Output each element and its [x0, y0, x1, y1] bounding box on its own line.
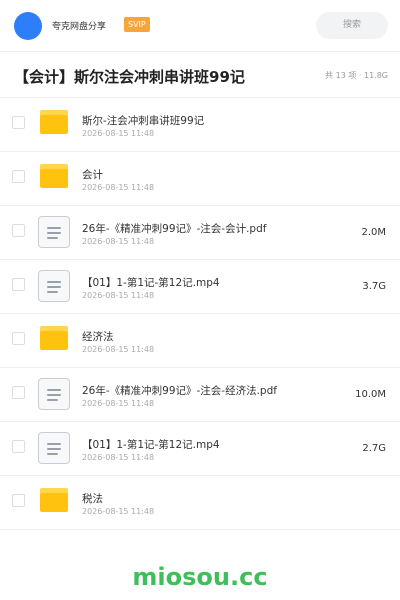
file-name[interactable]: 26年-《精准冲刺99记》-注会-会计.pdf: [82, 221, 266, 236]
select-checkbox[interactable]: [12, 440, 25, 453]
document-icon: [38, 378, 70, 410]
search-button[interactable]: 搜索: [316, 12, 388, 39]
share-summary: 共 13 项 · 11.8G: [325, 71, 388, 80]
list-item[interactable]: 【01】1-第1记-第12记.mp4 2026-08-15 11:48 2.7G: [0, 422, 400, 476]
sharer-name: 夸克网盘分享: [52, 22, 107, 32]
file-date: 2026-08-15 11:48: [82, 183, 155, 192]
select-checkbox[interactable]: [12, 224, 25, 237]
list-item[interactable]: 税法 2026-08-15 11:48: [0, 476, 400, 530]
file-size: 3.7G: [362, 281, 386, 292]
select-checkbox[interactable]: [12, 386, 25, 399]
header-bar: 夸克网盘分享 SVIP 搜索: [0, 0, 400, 52]
folder-icon: [40, 326, 68, 350]
document-icon: [38, 270, 70, 302]
share-title-row: 【会计】斯尔注会冲刺串讲班99记 共 13 项 · 11.8G: [0, 52, 400, 98]
file-size: 10.0M: [355, 389, 386, 400]
watermark: miosou.cc: [132, 563, 268, 591]
file-date: 2026-08-15 11:48: [82, 507, 155, 516]
list-item[interactable]: 【01】1-第1记-第12记.mp4 2026-08-15 11:48 3.7G: [0, 260, 400, 314]
file-name[interactable]: 【01】1-第1记-第12记.mp4: [82, 437, 220, 452]
file-name[interactable]: 税法: [82, 491, 103, 506]
file-name[interactable]: 会计: [82, 167, 103, 182]
list-item[interactable]: 斯尔-注会冲刺串讲班99记 2026-08-15 11:48: [0, 98, 400, 152]
file-name[interactable]: 斯尔-注会冲刺串讲班99记: [82, 113, 204, 128]
document-icon: [38, 432, 70, 464]
folder-icon: [40, 164, 68, 188]
file-size: 2.7G: [362, 443, 386, 454]
file-date: 2026-08-15 11:48: [82, 453, 155, 462]
file-size: 2.0M: [361, 227, 386, 238]
file-date: 2026-08-15 11:48: [82, 345, 155, 354]
file-list: 斯尔-注会冲刺串讲班99记 2026-08-15 11:48 会计 2026-08-1…: [0, 98, 400, 530]
file-date: 2026-08-15 11:48: [82, 399, 155, 408]
select-checkbox[interactable]: [12, 332, 25, 345]
file-date: 2026-08-15 11:48: [82, 237, 155, 246]
folder-icon: [40, 110, 68, 134]
list-item[interactable]: 会计 2026-08-15 11:48: [0, 152, 400, 206]
select-checkbox[interactable]: [12, 494, 25, 507]
list-item[interactable]: 26年-《精准冲刺99记》-注会-经济法.pdf 2026-08-15 11:48…: [0, 368, 400, 422]
list-item[interactable]: 经济法 2026-08-15 11:48: [0, 314, 400, 368]
select-checkbox[interactable]: [12, 170, 25, 183]
folder-icon: [40, 488, 68, 512]
file-name[interactable]: 【01】1-第1记-第12记.mp4: [82, 275, 220, 290]
select-checkbox[interactable]: [12, 116, 25, 129]
document-icon: [38, 216, 70, 248]
file-date: 2026-08-15 11:48: [82, 129, 155, 138]
file-date: 2026-08-15 11:48: [82, 291, 155, 300]
list-item[interactable]: 26年-《精准冲刺99记》-注会-会计.pdf 2026-08-15 11:48 2…: [0, 206, 400, 260]
avatar[interactable]: [14, 12, 42, 40]
file-name[interactable]: 经济法: [82, 329, 114, 344]
page-title: 【会计】斯尔注会冲刺串讲班99记: [14, 68, 245, 86]
svip-badge: SVIP: [124, 17, 150, 32]
file-name[interactable]: 26年-《精准冲刺99记》-注会-经济法.pdf: [82, 383, 277, 398]
select-checkbox[interactable]: [12, 278, 25, 291]
